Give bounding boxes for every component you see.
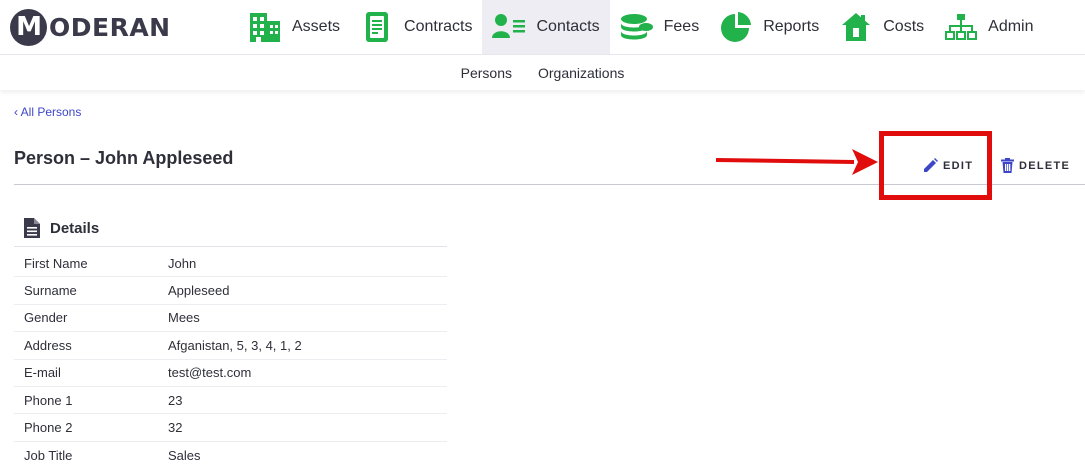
table-row: Phone 2 32 xyxy=(14,414,447,442)
nav-contracts[interactable]: Contracts xyxy=(350,0,482,54)
field-label: Surname xyxy=(24,283,77,299)
nav-label: Assets xyxy=(292,18,341,35)
field-value: Afganistan, 5, 3, 4, 1, 2 xyxy=(168,337,302,353)
details-header: Details xyxy=(24,218,99,238)
nav-admin[interactable]: Admin xyxy=(934,0,1043,54)
field-label: Phone 2 xyxy=(24,420,73,436)
moderan-logo[interactable]: M ODERAN xyxy=(10,8,171,46)
field-value: Sales xyxy=(168,447,201,463)
top-navigation-bar: M ODERAN Assets Contracts Contacts Fees … xyxy=(0,0,1085,54)
building-icon xyxy=(248,10,282,44)
field-label: Job Title xyxy=(24,447,73,463)
table-row: Address Afganistan, 5, 3, 4, 1, 2 xyxy=(14,332,447,360)
field-value: test@test.com xyxy=(168,365,252,381)
field-value: Mees xyxy=(168,310,200,326)
details-title: Details xyxy=(50,219,100,237)
field-value: Appleseed xyxy=(168,283,230,299)
nav-costs[interactable]: Costs xyxy=(829,0,934,54)
trash-icon xyxy=(1001,158,1014,173)
pie-chart-icon xyxy=(719,10,753,44)
nav-label: Reports xyxy=(763,18,820,35)
nav-assets[interactable]: Assets xyxy=(238,0,350,54)
field-value: 32 xyxy=(168,420,183,436)
sub-navigation: Persons Organizations xyxy=(0,54,1085,90)
nav-label: Costs xyxy=(883,18,925,35)
field-value: John xyxy=(168,255,197,271)
nav-fees[interactable]: Fees xyxy=(610,0,710,54)
nav-label: Fees xyxy=(663,18,700,35)
nav-label: Admin xyxy=(988,18,1034,35)
annotation-highlight-box xyxy=(879,131,992,200)
field-label: Gender xyxy=(24,310,68,326)
field-label: Phone 1 xyxy=(24,392,73,408)
subnav-persons[interactable]: Persons xyxy=(461,65,512,81)
main-nav: Assets Contracts Contacts Fees Reports C… xyxy=(238,0,1044,54)
subnav-organizations[interactable]: Organizations xyxy=(538,65,624,81)
table-row: Phone 1 23 xyxy=(14,387,447,415)
nav-reports[interactable]: Reports xyxy=(709,0,829,54)
contacts-icon xyxy=(492,10,526,44)
details-divider xyxy=(14,246,447,247)
table-row: E-mail test@test.com xyxy=(14,360,447,387)
sitemap-icon xyxy=(944,10,978,44)
logo-text: ODERAN xyxy=(49,12,171,42)
logo-mark: M xyxy=(10,8,47,46)
breadcrumb-all-persons[interactable]: ‹ All Persons xyxy=(14,105,81,119)
table-row: Surname Appleseed xyxy=(14,277,447,305)
table-row: Gender Mees xyxy=(14,305,447,333)
house-cost-icon xyxy=(839,10,873,44)
field-value: 23 xyxy=(168,392,183,408)
coins-icon xyxy=(620,10,654,44)
annotation-arrow-icon xyxy=(716,149,878,175)
field-label: E-mail xyxy=(24,365,61,381)
field-label: Address xyxy=(24,337,72,353)
nav-label: Contacts xyxy=(536,18,600,35)
nav-contacts[interactable]: Contacts xyxy=(482,0,610,54)
delete-label: DELETE xyxy=(1019,159,1071,172)
table-row: First Name John xyxy=(14,250,447,278)
page-title: Person – John Appleseed xyxy=(14,148,234,168)
document-icon xyxy=(360,10,394,44)
field-label: First Name xyxy=(24,255,88,271)
file-text-icon xyxy=(24,218,40,238)
table-row: Job Title Sales xyxy=(14,442,447,466)
nav-label: Contracts xyxy=(404,18,473,35)
delete-button[interactable]: DELETE xyxy=(1001,158,1070,173)
details-table: First Name John Surname Appleseed Gender… xyxy=(14,250,447,466)
